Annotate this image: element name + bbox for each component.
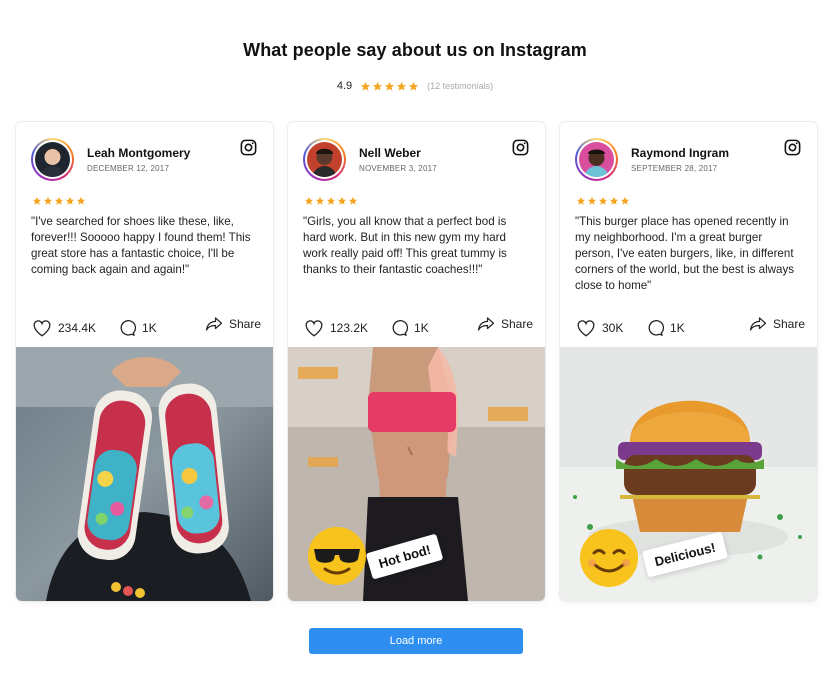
card-actions: 30K 1K Share [576,316,805,339]
testimonial-text: "Girls, you all know that a perfect bod … [303,215,507,276]
star-icon [65,196,75,205]
comment-icon [648,320,664,336]
share-icon [477,317,495,331]
star-icon [326,196,336,205]
comment-count: 1K [142,321,157,335]
star-icon [76,196,86,205]
star-icon [576,196,586,205]
share-button[interactable]: Share [749,316,805,332]
star-icon [337,196,347,205]
star-icon [385,81,395,91]
avatar[interactable] [575,138,618,181]
star-icon [397,81,407,91]
like-button[interactable]: 234.4K [32,319,96,337]
avatar[interactable] [31,138,74,181]
rating-stars [360,81,419,92]
comment-icon [392,320,408,336]
star-icon [598,196,608,205]
testimonial-text: "I've searched for shoes like these, lik… [31,215,251,276]
comment-button[interactable]: 1K [646,319,685,337]
card-rating-stars [32,196,86,206]
card-rating-stars [576,196,630,206]
heart-icon [305,320,323,337]
testimonial-card: Leah Montgomery DECEMBER 12, 2017 "I've … [16,122,273,601]
share-label: Share [772,317,805,331]
like-count: 123.2K [330,321,369,335]
rating-value: 4.9 [336,80,353,92]
card-rating-stars [304,196,358,206]
load-more-button[interactable]: Load more [309,628,523,654]
star-icon [361,81,371,91]
comment-count: 1K [414,321,429,335]
like-button[interactable]: 123.2K [304,319,368,337]
heart-icon [577,320,595,337]
star-icon [54,196,64,205]
share-icon [749,317,767,331]
share-button[interactable]: Share [205,316,261,332]
testimonial-card: Nell Weber NOVEMBER 3, 2017 "Girls, you … [288,122,545,601]
author-name[interactable]: Raymond Ingram [631,146,729,160]
post-photo[interactable]: Delicious! [560,347,817,601]
card-header: Raymond Ingram SEPTEMBER 28, 2017 [575,138,802,182]
like-count: 30K [602,321,624,335]
star-icon [43,196,53,205]
testimonial-text: "This burger place has opened recently i… [575,215,795,292]
smiling-emoji [580,529,638,587]
card-actions: 123.2K 1K Share [304,316,533,339]
star-icon [304,196,314,205]
like-button[interactable]: 30K [576,319,623,337]
share-label: Share [500,317,533,331]
star-icon [348,196,358,205]
author-name[interactable]: Nell Weber [359,146,421,160]
card-actions: 234.4K 1K Share [32,316,261,339]
star-icon [609,196,619,205]
author-name[interactable]: Leah Montgomery [87,146,190,160]
instagram-icon[interactable] [239,138,258,157]
heart-icon [33,320,51,337]
comment-count: 1K [670,321,685,335]
card-header: Leah Montgomery DECEMBER 12, 2017 [31,138,258,182]
instagram-icon[interactable] [783,138,802,157]
share-icon [205,317,223,331]
post-date: NOVEMBER 3, 2017 [359,164,437,173]
card-header: Nell Weber NOVEMBER 3, 2017 [303,138,530,182]
post-photo[interactable]: Hot bod! [288,347,545,601]
star-icon [373,81,383,91]
post-photo[interactable] [16,347,273,601]
star-icon [32,196,42,205]
sunglasses-emoji [308,527,366,585]
avatar[interactable] [303,138,346,181]
star-icon [409,81,419,91]
comment-icon [120,320,136,336]
rating-summary: 4.9 (12 testimonials) [0,80,830,92]
testimonials-count: (12 testimonials) [427,81,494,91]
comment-button[interactable]: 1K [390,319,429,337]
instagram-icon[interactable] [511,138,530,157]
star-icon [587,196,597,205]
share-label: Share [228,317,261,331]
star-icon [620,196,630,205]
star-icon [315,196,325,205]
page-title: What people say about us on Instagram [243,40,587,60]
comment-button[interactable]: 1K [118,319,157,337]
share-button[interactable]: Share [477,316,533,332]
post-date: DECEMBER 12, 2017 [87,164,170,173]
like-count: 234.4K [58,321,97,335]
post-date: SEPTEMBER 28, 2017 [631,164,718,173]
testimonial-card: Raymond Ingram SEPTEMBER 28, 2017 "This … [560,122,817,601]
